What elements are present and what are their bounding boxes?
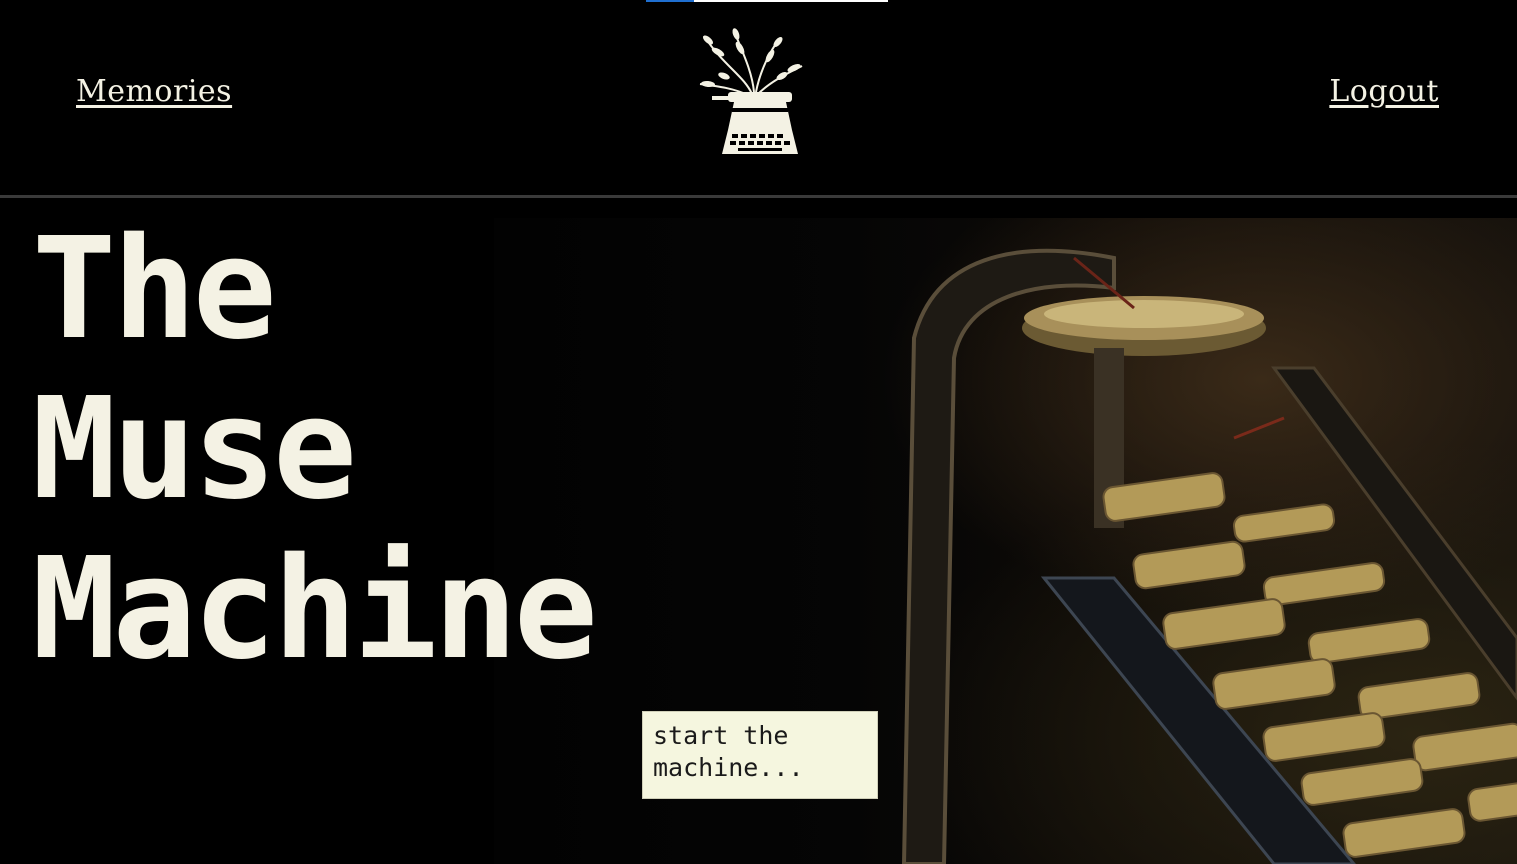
start-machine-button[interactable]: start the machine... bbox=[642, 711, 878, 799]
page-title: The Muse Machine bbox=[32, 208, 598, 691]
typewriter-plant-icon[interactable] bbox=[694, 26, 816, 158]
top-nav-bar: Memories Logout bbox=[0, 0, 1517, 195]
top-accent-strip bbox=[646, 0, 888, 2]
logout-link[interactable]: Logout bbox=[1329, 74, 1439, 109]
memories-link[interactable]: Memories bbox=[76, 74, 232, 109]
hero-section: The Muse Machine start the machine... bbox=[0, 198, 1517, 864]
